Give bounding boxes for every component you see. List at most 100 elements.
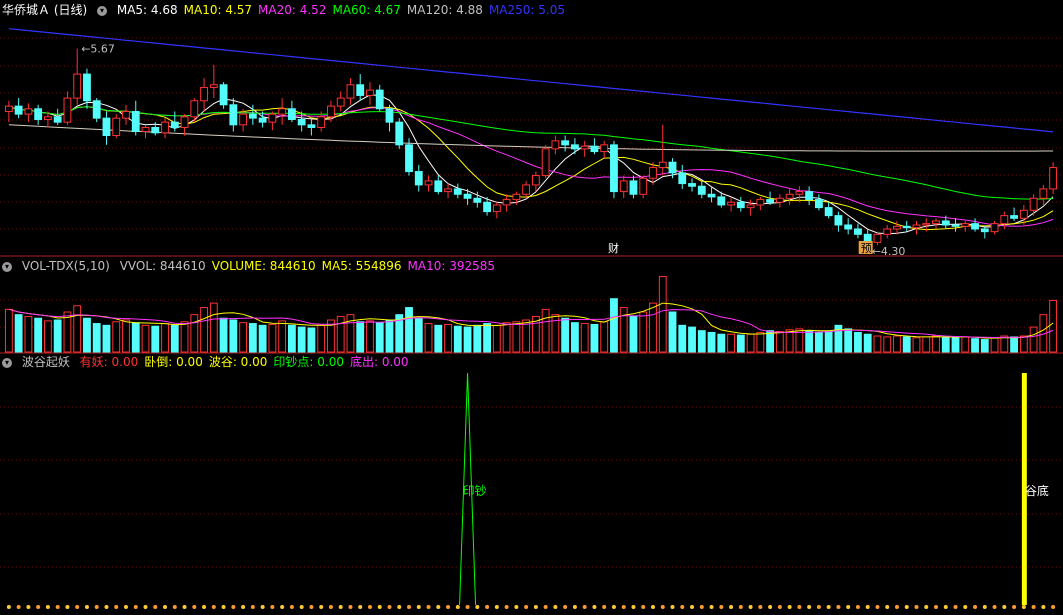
candle-body bbox=[395, 121, 404, 146]
baseline-dot bbox=[973, 605, 978, 609]
candle-body bbox=[717, 196, 726, 206]
baseline-dot bbox=[748, 605, 753, 609]
candle-body bbox=[883, 228, 892, 235]
baseline-dot bbox=[719, 605, 724, 609]
volume-bar bbox=[492, 324, 501, 353]
baseline-dot bbox=[768, 605, 773, 609]
candle-body bbox=[610, 144, 618, 193]
candle-body bbox=[619, 180, 628, 193]
candle-body bbox=[180, 116, 189, 128]
baseline-dot bbox=[738, 605, 743, 609]
candle-body bbox=[190, 100, 199, 118]
volume-bar bbox=[736, 334, 745, 353]
candle-body bbox=[336, 97, 345, 107]
candle-body bbox=[649, 167, 657, 179]
baseline-dot bbox=[338, 605, 343, 609]
candle-body bbox=[795, 191, 804, 195]
candle-body bbox=[805, 191, 814, 201]
candle-body bbox=[834, 215, 843, 226]
volume-bar bbox=[44, 320, 52, 353]
candle-body bbox=[239, 113, 248, 126]
candle-body bbox=[92, 100, 101, 119]
candle-body bbox=[258, 117, 267, 123]
volume-bar bbox=[717, 333, 726, 353]
volume-bar bbox=[366, 320, 374, 353]
baseline-dot bbox=[319, 605, 324, 609]
candle-body bbox=[473, 197, 482, 203]
baseline-dot bbox=[572, 605, 577, 609]
candle-body bbox=[131, 110, 140, 132]
volume-bar bbox=[746, 333, 755, 353]
candle-body bbox=[53, 116, 62, 123]
candle-body bbox=[727, 201, 735, 206]
baseline-dot bbox=[260, 605, 265, 609]
baseline-dot bbox=[416, 605, 421, 609]
volume-bar bbox=[180, 321, 189, 353]
volume-bar bbox=[824, 331, 833, 353]
candle-body bbox=[932, 220, 940, 225]
baseline-dot bbox=[55, 605, 60, 609]
volume-bar bbox=[922, 336, 931, 353]
volume-bar bbox=[200, 307, 208, 353]
baseline-dot bbox=[875, 605, 880, 609]
volume-bar bbox=[785, 329, 794, 353]
baseline-dot bbox=[514, 605, 519, 609]
baseline-dot bbox=[943, 605, 948, 609]
candle-body bbox=[229, 104, 238, 126]
baseline-dot bbox=[163, 605, 168, 609]
volume-bar bbox=[385, 319, 394, 353]
candle-body bbox=[1039, 188, 1048, 199]
volume-bar bbox=[805, 330, 814, 353]
baseline-dot bbox=[16, 605, 21, 609]
candle-body bbox=[63, 97, 72, 123]
volume-bar bbox=[170, 324, 179, 353]
candle-body bbox=[951, 224, 960, 227]
volume-bar bbox=[668, 311, 677, 353]
candle-body bbox=[102, 117, 111, 137]
baseline-dot bbox=[504, 605, 509, 609]
volume-bar bbox=[629, 315, 638, 353]
baseline-dot bbox=[641, 605, 646, 609]
baseline-dot bbox=[1002, 605, 1007, 609]
candle-body bbox=[385, 108, 394, 123]
baseline-dot bbox=[123, 605, 128, 609]
candle-body bbox=[141, 126, 150, 132]
baseline-dot bbox=[543, 605, 548, 609]
volume-bar bbox=[434, 324, 443, 353]
volume-bar bbox=[590, 323, 599, 353]
baseline-dot bbox=[650, 605, 655, 609]
baseline-dot bbox=[172, 605, 177, 609]
low-price-label: ←4.30 bbox=[872, 245, 906, 258]
volume-bar bbox=[444, 323, 452, 353]
volume-bar bbox=[112, 321, 121, 353]
volume-bar bbox=[1010, 336, 1018, 353]
baseline-dot bbox=[836, 605, 841, 609]
volume-bar bbox=[73, 305, 82, 353]
candle-body bbox=[453, 188, 462, 195]
candle-body bbox=[444, 188, 452, 193]
volume-bar bbox=[14, 314, 23, 353]
candle-body bbox=[366, 89, 374, 96]
baseline-dot bbox=[143, 605, 148, 609]
volume-bar bbox=[405, 307, 413, 353]
stock-chart[interactable]: ←5.67 ←4.30 财 印钞 谷底 预 bbox=[0, 0, 1063, 615]
volume-bar bbox=[375, 322, 384, 353]
baseline-dot bbox=[153, 605, 158, 609]
baseline-dot bbox=[75, 605, 80, 609]
volume-bar bbox=[239, 322, 248, 353]
candle-body bbox=[941, 220, 950, 226]
candle-body bbox=[756, 199, 765, 206]
candle-body bbox=[112, 117, 121, 137]
candle-body bbox=[151, 126, 160, 134]
candle-body bbox=[522, 184, 531, 195]
baseline-dot bbox=[699, 605, 704, 609]
baseline-dot bbox=[680, 605, 685, 609]
candle-body bbox=[561, 140, 570, 146]
volume-bar bbox=[814, 331, 823, 353]
volume-bar bbox=[775, 331, 784, 353]
candle-body bbox=[1000, 215, 1009, 225]
candle-body bbox=[629, 180, 638, 195]
baseline-dot bbox=[114, 605, 119, 609]
candle-body bbox=[483, 201, 491, 213]
baseline-dot bbox=[631, 605, 636, 609]
